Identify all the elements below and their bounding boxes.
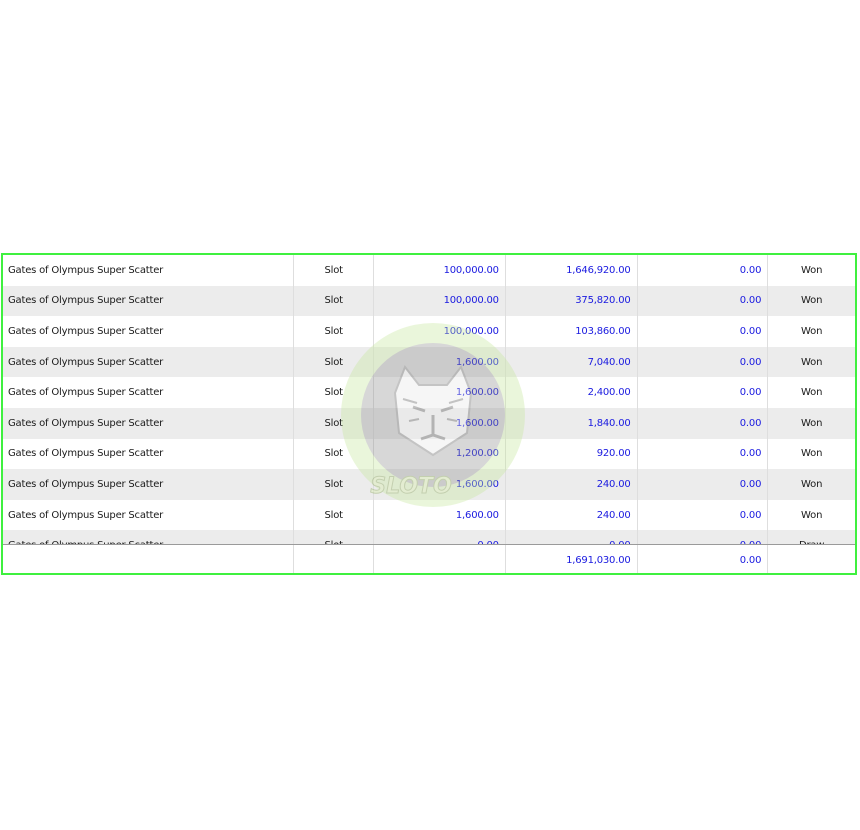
other-amount-cell: 0.00: [638, 346, 769, 378]
game-type-cell: Slot: [294, 499, 375, 531]
win-amount-cell: 1,646,920.00: [506, 255, 638, 286]
game-type-cell: Slot: [294, 285, 375, 317]
total-other-cell: 0.00: [638, 545, 769, 573]
table-row[interactable]: Gates of Olympus Super Scatter Slot 100,…: [3, 255, 855, 286]
totals-row: 1,691,030.00 0.00: [3, 544, 855, 573]
totals-empty-cell: [374, 545, 506, 573]
result-cell: Won: [801, 509, 823, 521]
other-amount-cell: 0.00: [638, 377, 769, 408]
bet-amount-cell: 100,000.00: [374, 316, 506, 347]
totals-empty-cell: [3, 545, 295, 573]
win-amount-cell: 1,840.00: [506, 407, 638, 439]
game-type-cell: Slot: [294, 530, 375, 544]
table-row[interactable]: Gates of Olympus Super Scatter Slot 1,60…: [3, 469, 855, 500]
result-cell: Won: [801, 478, 823, 490]
totals-empty-cell: [768, 545, 855, 573]
other-amount-cell: 0.00: [638, 316, 769, 347]
bet-amount-cell: 1,600.00: [374, 499, 506, 531]
bet-amount-cell: 1,600.00: [374, 407, 506, 439]
game-name-cell: Gates of Olympus Super Scatter: [3, 255, 295, 286]
bet-amount-cell: 1,600.00: [374, 346, 506, 378]
win-amount-cell: 375,820.00: [506, 285, 638, 317]
table-row[interactable]: Gates of Olympus Super Scatter Slot 1,60…: [3, 407, 855, 439]
game-name-cell: Gates of Olympus Super Scatter: [3, 438, 295, 470]
result-cell: Won: [801, 325, 823, 337]
table-row[interactable]: Gates of Olympus Super Scatter Slot 1,60…: [3, 346, 855, 378]
result-cell: Won: [801, 387, 823, 399]
game-name-cell: Gates of Olympus Super Scatter: [3, 499, 295, 531]
game-type-cell: Slot: [294, 469, 375, 500]
other-amount-cell: 0.00: [638, 499, 769, 531]
total-win-cell: 1,691,030.00: [506, 545, 638, 573]
win-amount-cell: 920.00: [506, 438, 638, 470]
win-amount-cell: 0.00: [506, 530, 638, 544]
table-row[interactable]: Gates of Olympus Super Scatter Slot 100,…: [3, 285, 855, 317]
game-type-cell: Slot: [294, 255, 375, 286]
win-amount-cell: 240.00: [506, 469, 638, 500]
bet-amount-cell: 1,600.00: [374, 469, 506, 500]
result-cell: Won: [801, 417, 823, 429]
table-row[interactable]: Gates of Olympus Super Scatter Slot 1,20…: [3, 438, 855, 470]
table-row[interactable]: Gates of Olympus Super Scatter Slot 0.00…: [3, 530, 855, 544]
other-amount-cell: 0.00: [638, 407, 769, 439]
game-name-cell: Gates of Olympus Super Scatter: [3, 407, 295, 439]
result-cell: Draw: [768, 530, 855, 544]
other-amount-cell: 0.00: [638, 469, 769, 500]
table-body[interactable]: Gates of Olympus Super Scatter Slot 100,…: [3, 255, 855, 544]
bet-amount-cell: 100,000.00: [374, 285, 506, 317]
game-name-cell: Gates of Olympus Super Scatter: [3, 530, 295, 544]
other-amount-cell: 0.00: [638, 255, 769, 286]
table-row[interactable]: Gates of Olympus Super Scatter Slot 100,…: [3, 316, 855, 347]
bet-history-table: Gates of Olympus Super Scatter Slot 100,…: [1, 253, 857, 575]
game-name-cell: Gates of Olympus Super Scatter: [3, 469, 295, 500]
win-amount-cell: 7,040.00: [506, 346, 638, 378]
table-row[interactable]: Gates of Olympus Super Scatter Slot 1,60…: [3, 377, 855, 408]
other-amount-cell: 0.00: [638, 530, 769, 544]
game-name-cell: Gates of Olympus Super Scatter: [3, 377, 295, 408]
win-amount-cell: 103,860.00: [506, 316, 638, 347]
other-amount-cell: 0.00: [638, 285, 769, 317]
game-type-cell: Slot: [294, 377, 375, 408]
game-name-cell: Gates of Olympus Super Scatter: [3, 285, 295, 317]
win-amount-cell: 2,400.00: [506, 377, 638, 408]
game-type-cell: Slot: [294, 438, 375, 470]
result-cell: Won: [801, 356, 823, 368]
totals-empty-cell: [294, 545, 375, 573]
win-amount-cell: 240.00: [506, 499, 638, 531]
result-cell: Won: [801, 295, 823, 307]
game-type-cell: Slot: [294, 346, 375, 378]
table-row[interactable]: Gates of Olympus Super Scatter Slot 1,60…: [3, 499, 855, 531]
result-cell: Won: [801, 264, 823, 276]
bet-amount-cell: 0.00: [374, 530, 506, 544]
bet-amount-cell: 1,200.00: [374, 438, 506, 470]
game-name-cell: Gates of Olympus Super Scatter: [3, 346, 295, 378]
result-cell: Won: [801, 448, 823, 460]
other-amount-cell: 0.00: [638, 438, 769, 470]
game-type-cell: Slot: [294, 407, 375, 439]
bet-amount-cell: 1,600.00: [374, 377, 506, 408]
game-type-cell: Slot: [294, 316, 375, 347]
bet-amount-cell: 100,000.00: [374, 255, 506, 286]
game-name-cell: Gates of Olympus Super Scatter: [3, 316, 295, 347]
